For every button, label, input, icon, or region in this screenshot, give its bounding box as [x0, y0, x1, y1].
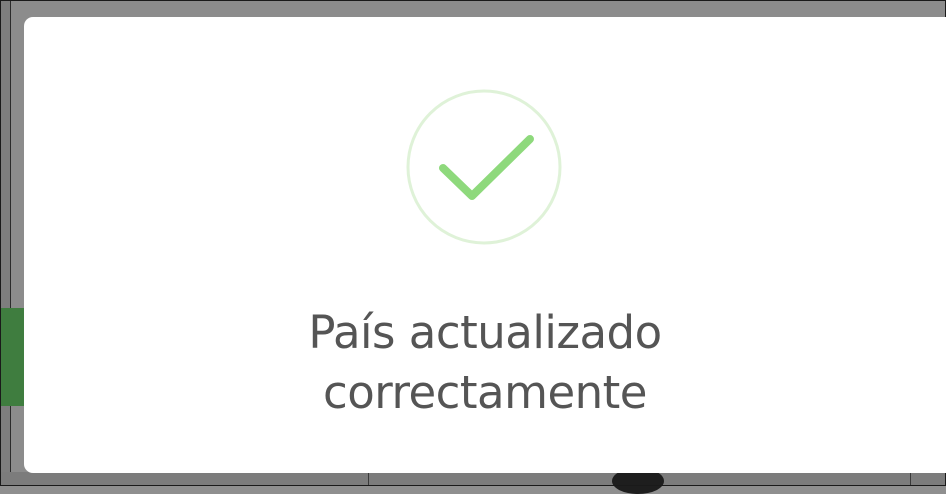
success-message: País actualizado correctamente — [24, 303, 946, 423]
success-check-icon — [406, 89, 562, 245]
success-message-line-2: correctamente — [322, 366, 648, 419]
success-message-line-1: País actualizado — [308, 306, 662, 359]
